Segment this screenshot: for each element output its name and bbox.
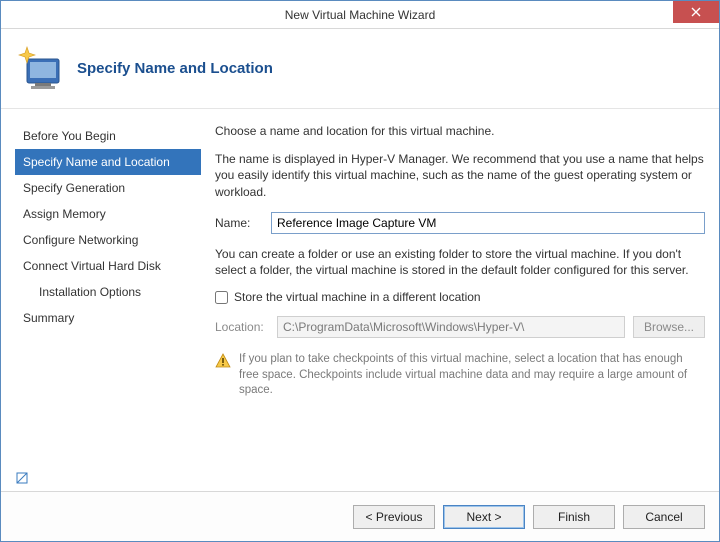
step-installation-options[interactable]: Installation Options [15, 279, 201, 305]
name-row: Name: [215, 212, 705, 234]
name-hint-text: The name is displayed in Hyper-V Manager… [215, 151, 705, 200]
folder-hint-text: You can create a folder or use an existi… [215, 246, 705, 278]
store-different-location-checkbox[interactable] [215, 291, 228, 304]
step-specify-generation[interactable]: Specify Generation [15, 175, 201, 201]
step-configure-networking[interactable]: Configure Networking [15, 227, 201, 253]
wizard-body: Before You Begin Specify Name and Locati… [1, 109, 719, 491]
location-label: Location: [215, 320, 269, 334]
page-title: Specify Name and Location [77, 60, 273, 77]
intro-text: Choose a name and location for this virt… [215, 123, 705, 139]
wizard-icon [15, 43, 67, 95]
wizard-footer: < Previous Next > Finish Cancel [1, 491, 719, 541]
location-input [277, 316, 625, 338]
step-before-you-begin[interactable]: Before You Begin [15, 123, 201, 149]
location-row: Location: Browse... [215, 316, 705, 338]
finish-button[interactable]: Finish [533, 505, 615, 529]
step-summary[interactable]: Summary [15, 305, 201, 331]
store-different-location-row: Store the virtual machine in a different… [215, 290, 705, 304]
close-icon [691, 7, 701, 17]
name-input[interactable] [271, 212, 705, 234]
warning-icon [215, 353, 231, 369]
step-connect-virtual-hard-disk[interactable]: Connect Virtual Hard Disk [15, 253, 201, 279]
name-label: Name: [215, 216, 263, 230]
wizard-header: Specify Name and Location [1, 29, 719, 109]
next-button[interactable]: Next > [443, 505, 525, 529]
cancel-button[interactable]: Cancel [623, 505, 705, 529]
window-title: New Virtual Machine Wizard [285, 8, 436, 22]
warning-row: If you plan to take checkpoints of this … [215, 352, 705, 399]
step-assign-memory[interactable]: Assign Memory [15, 201, 201, 227]
previous-button[interactable]: < Previous [353, 505, 435, 529]
browse-button: Browse... [633, 316, 705, 338]
warning-text: If you plan to take checkpoints of this … [239, 352, 705, 399]
wizard-content: Choose a name and location for this virt… [215, 123, 705, 491]
resize-handle-icon [15, 471, 29, 485]
close-button[interactable] [673, 1, 719, 23]
step-specify-name-and-location[interactable]: Specify Name and Location [15, 149, 201, 175]
titlebar: New Virtual Machine Wizard [1, 1, 719, 29]
wizard-steps-sidebar: Before You Begin Specify Name and Locati… [15, 123, 201, 491]
store-different-location-label: Store the virtual machine in a different… [234, 290, 481, 304]
